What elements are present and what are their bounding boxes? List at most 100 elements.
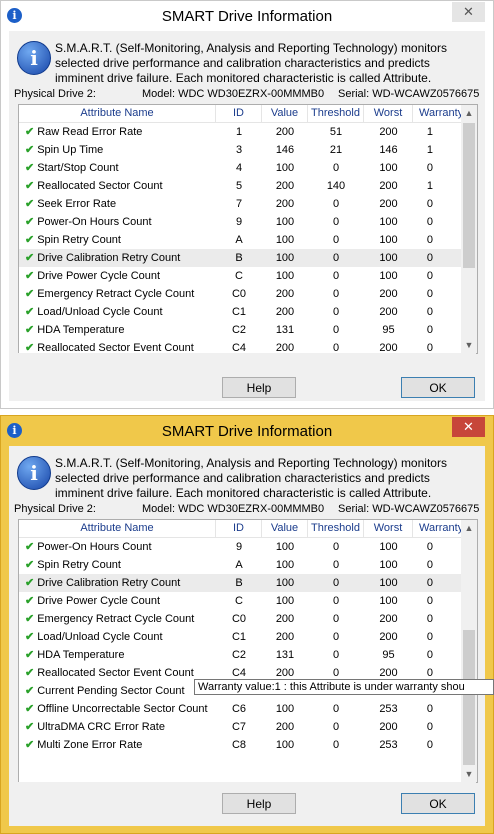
attribute-name: Multi Zone Error Rate	[37, 739, 143, 751]
column-header-id[interactable]: ID	[216, 105, 262, 122]
attribute-name-cell: ✔ Power-On Hours Count	[19, 213, 216, 231]
drive-label: Physical Drive 2:	[14, 503, 96, 515]
column-header-threshold[interactable]: Threshold	[308, 520, 364, 537]
check-icon: ✔	[25, 270, 35, 282]
attribute-value-cell: 200	[275, 306, 295, 318]
table-row[interactable]: ✔ Emergency Retract Cycle Count C0 200 0 200 0	[19, 610, 464, 628]
attribute-list[interactable]: Attribute Name ID Value Threshold Worst …	[18, 519, 478, 783]
attribute-id-cell: A	[235, 234, 243, 246]
attribute-warranty-cell: 0	[426, 577, 433, 589]
scroll-down-arrow-icon[interactable]: ▼	[461, 766, 477, 782]
attribute-name: Spin Up Time	[37, 144, 104, 156]
attribute-threshold-cell: 140	[326, 180, 346, 192]
column-header-warranty[interactable]: Warranty	[413, 520, 466, 537]
check-icon: ✔	[25, 288, 35, 300]
scroll-thumb[interactable]	[463, 123, 475, 268]
help-button[interactable]: Help	[222, 793, 296, 814]
table-row[interactable]: ✔ HDA Temperature C2 131 0 95 0	[19, 646, 464, 664]
attribute-warranty-cell: 0	[426, 649, 433, 661]
close-button[interactable]: ✕	[452, 417, 485, 437]
column-header-attribute-name[interactable]: Attribute Name	[19, 520, 216, 537]
attribute-warranty-cell: 0	[426, 739, 433, 751]
attribute-name: UltraDMA CRC Error Rate	[37, 721, 165, 733]
table-row[interactable]: ✔ Seek Error Rate 7 200 0 200 0	[19, 195, 464, 213]
table-row[interactable]: ✔ Drive Calibration Retry Count B 100 0 100 0	[19, 574, 464, 592]
column-header-value[interactable]: Value	[262, 105, 308, 122]
attribute-worst-cell: 200	[379, 180, 398, 192]
table-row[interactable]: ✔ Spin Retry Count A 100 0 100 0	[19, 556, 464, 574]
table-row[interactable]: ✔ UltraDMA CRC Error Rate C7 200 0 200 0	[19, 718, 464, 736]
scroll-thumb[interactable]	[463, 630, 475, 765]
ok-button[interactable]: OK	[401, 377, 475, 398]
table-row[interactable]: ✔ Power-On Hours Count 9 100 0 100 0	[19, 213, 464, 231]
attribute-name-cell: ✔ Emergency Retract Cycle Count	[19, 610, 216, 628]
table-row[interactable]: ✔ Offline Uncorrectable Sector Count C6 100…	[19, 700, 464, 718]
column-header-value[interactable]: Value	[262, 520, 308, 537]
vertical-scrollbar[interactable]: ▲ ▼	[461, 520, 477, 782]
table-row[interactable]: ✔ HDA Temperature C2 131 0 95 0	[19, 321, 464, 339]
table-row[interactable]: ✔ Drive Power Cycle Count C 100 0 100 0	[19, 592, 464, 610]
check-icon: ✔	[25, 721, 35, 733]
attribute-name: Offline Uncorrectable Sector Count	[37, 703, 208, 715]
check-icon: ✔	[25, 595, 35, 607]
attribute-name-cell: ✔ Power-On Hours Count	[19, 538, 216, 556]
attribute-warranty-cell: 0	[426, 252, 433, 264]
attribute-threshold-cell: 0	[332, 288, 340, 300]
attribute-list[interactable]: Attribute Name ID Value Threshold Worst …	[18, 104, 478, 354]
column-header-warranty[interactable]: Warranty	[413, 105, 466, 122]
table-row[interactable]: ✔ Load/Unload Cycle Count C1 200 0 200 0	[19, 303, 464, 321]
table-row[interactable]: ✔ Spin Retry Count A 100 0 100 0	[19, 231, 464, 249]
title-bar[interactable]: i SMART Drive Information ✕	[1, 1, 493, 31]
window-title: SMART Drive Information	[161, 423, 333, 440]
table-row[interactable]: ✔ Spin Up Time 3 146 21 146 1	[19, 141, 464, 159]
check-icon: ✔	[25, 649, 35, 661]
attribute-worst-cell: 200	[379, 288, 398, 300]
table-row[interactable]: ✔ Reallocated Sector Count 5 200 140 200 1	[19, 177, 464, 195]
scroll-up-arrow-icon[interactable]: ▲	[461, 105, 477, 121]
attribute-name-cell: ✔ HDA Temperature	[19, 321, 216, 339]
check-icon: ✔	[25, 144, 35, 156]
attribute-worst-cell: 200	[379, 631, 398, 643]
serial-text: Serial: WD-WCAWZ0576675	[338, 503, 480, 515]
attribute-value-cell: 200	[275, 288, 295, 300]
table-row[interactable]: ✔ Reallocated Sector Event Count C4 200 0 200…	[19, 339, 464, 353]
drive-label: Physical Drive 2:	[14, 88, 96, 100]
column-header-worst[interactable]: Worst	[364, 520, 413, 537]
table-row[interactable]: ✔ Multi Zone Error Rate C8 100 0 253 0	[19, 736, 464, 754]
attribute-value-cell: 200	[275, 721, 295, 733]
attribute-id-cell: C0	[231, 613, 247, 625]
attribute-threshold-cell: 0	[332, 577, 340, 589]
attribute-name-cell: ✔ Drive Power Cycle Count	[19, 592, 216, 610]
table-row[interactable]: ✔ Raw Read Error Rate 1 200 51 200 1	[19, 123, 464, 141]
attribute-name: Power-On Hours Count	[37, 541, 152, 553]
column-header-id[interactable]: ID	[216, 520, 262, 537]
attribute-worst-cell: 200	[379, 198, 398, 210]
attribute-warranty-cell: 1	[426, 126, 433, 138]
table-row[interactable]: ✔ Load/Unload Cycle Count C1 200 0 200 0	[19, 628, 464, 646]
vertical-scrollbar[interactable]: ▲ ▼	[461, 105, 477, 353]
scroll-down-arrow-icon[interactable]: ▼	[461, 337, 477, 353]
description-text: S.M.A.R.T. (Self-Monitoring, Analysis an…	[55, 41, 447, 85]
check-icon: ✔	[25, 180, 35, 192]
table-row[interactable]: ✔ Power-On Hours Count 9 100 0 100 0	[19, 538, 464, 556]
column-header-threshold[interactable]: Threshold	[308, 105, 364, 122]
check-icon: ✔	[25, 685, 35, 697]
title-bar[interactable]: i SMART Drive Information ✕	[1, 416, 493, 446]
help-button[interactable]: Help	[222, 377, 296, 398]
scroll-up-arrow-icon[interactable]: ▲	[461, 520, 477, 536]
model-text: Model: WDC WD30EZRX-00MMMB0	[142, 88, 325, 100]
horizontal-scrollbar[interactable]	[18, 353, 476, 366]
attribute-value-cell: 100	[275, 703, 295, 715]
attribute-id-cell: B	[235, 252, 243, 264]
table-row[interactable]: ✔ Drive Calibration Retry Count B 100 0 100 0	[19, 249, 464, 267]
column-header-worst[interactable]: Worst	[364, 105, 413, 122]
table-row[interactable]: ✔ Emergency Retract Cycle Count C0 200 0 200 0	[19, 285, 464, 303]
table-row[interactable]: ✔ Drive Power Cycle Count C 100 0 100 0	[19, 267, 464, 285]
attribute-name-cell: ✔ Spin Retry Count	[19, 556, 216, 574]
attribute-value-cell: 100	[275, 270, 295, 282]
attribute-warranty-cell: 0	[426, 234, 433, 246]
ok-button[interactable]: OK	[401, 793, 475, 814]
table-row[interactable]: ✔ Start/Stop Count 4 100 0 100 0	[19, 159, 464, 177]
column-header-attribute-name[interactable]: Attribute Name	[19, 105, 216, 122]
close-button[interactable]: ✕	[452, 2, 485, 22]
